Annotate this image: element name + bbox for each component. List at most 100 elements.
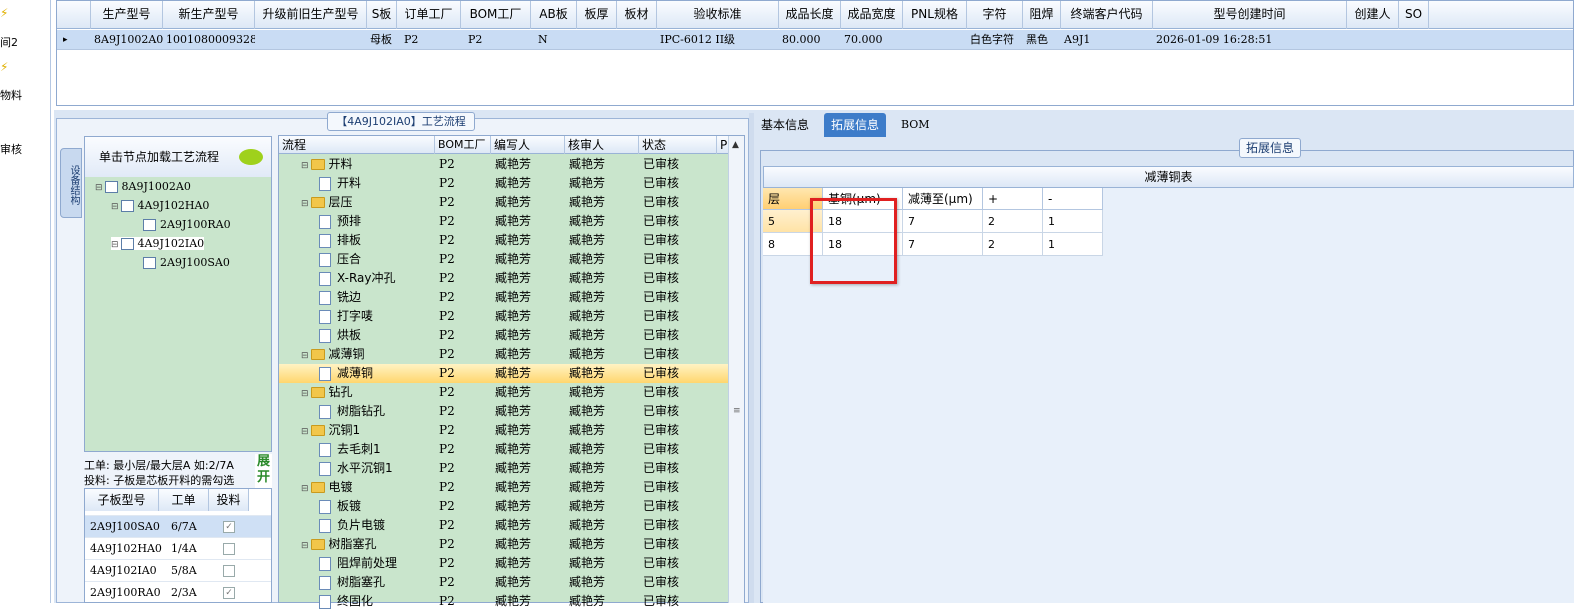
- flow-row[interactable]: ⊟ 减薄铜 P2 臧艳芳 臧艳芳 已审核: [279, 345, 729, 364]
- feed-checkbox[interactable]: [223, 543, 235, 555]
- col-header[interactable]: -: [1043, 188, 1103, 210]
- flow-row[interactable]: 去毛刺1 P2 臧艳芳 臧艳芳 已审核: [279, 440, 729, 459]
- cell-length[interactable]: 80.000: [779, 30, 841, 50]
- flow-row[interactable]: 排板 P2 臧艳芳 臧艳芳 已审核: [279, 231, 729, 250]
- col-header[interactable]: BOM工厂: [461, 1, 531, 29]
- cell-material[interactable]: [617, 30, 657, 50]
- collapse-icon[interactable]: ⊟: [111, 240, 119, 250]
- flow-row[interactable]: ⊟ 电镀 P2 臧艳芳 臧艳芳 已审核: [279, 478, 729, 497]
- flow-row[interactable]: ⊟ 树脂塞孔 P2 臧艳芳 臧艳芳 已审核: [279, 535, 729, 554]
- cell-pnl[interactable]: [903, 30, 967, 50]
- cell-old-model[interactable]: [255, 30, 367, 50]
- table-row-selected[interactable]: ▸ 8A9J1002A0 10010800093287 母板 P2 P2 N I…: [57, 30, 1573, 50]
- flow-row[interactable]: 负片电镀 P2 臧艳芳 臧艳芳 已审核: [279, 516, 729, 535]
- flow-row[interactable]: 阻焊前处理 P2 臧艳芳 臧艳芳 已审核: [279, 554, 729, 573]
- expand-button[interactable]: 展开: [255, 454, 272, 488]
- flow-row[interactable]: 水平沉铜1 P2 臧艳芳 臧艳芳 已审核: [279, 459, 729, 478]
- nav-item-1[interactable]: 间2: [0, 34, 18, 50]
- col-header[interactable]: 订单工厂: [397, 1, 461, 29]
- col-header[interactable]: SO: [1399, 1, 1429, 29]
- feed-checkbox[interactable]: ✓: [223, 587, 235, 599]
- cell-ab-board[interactable]: N: [535, 30, 577, 50]
- tree-node[interactable]: ⊟ 4A9J102HA0: [111, 199, 209, 212]
- col-header[interactable]: 新生产型号: [163, 1, 255, 29]
- tab-basic-info[interactable]: 基本信息: [754, 113, 816, 137]
- col-header[interactable]: 投料: [209, 489, 249, 511]
- cell-customer[interactable]: A9J1: [1061, 30, 1153, 50]
- cell-created-time[interactable]: 2026-01-09 16:28:51: [1153, 30, 1347, 50]
- flow-row[interactable]: ⊟ 开料 P2 臧艳芳 臧艳芳 已审核: [279, 155, 729, 174]
- flow-row-selected[interactable]: 减薄铜 P2 臧艳芳 臧艳芳 已审核: [279, 364, 729, 383]
- cell-new-model[interactable]: 10010800093287: [163, 30, 255, 50]
- col-header[interactable]: 工单: [159, 489, 209, 511]
- nav-item-2[interactable]: 物料: [0, 87, 22, 103]
- flow-row[interactable]: 树脂钻孔 P2 臧艳芳 臧艳芳 已审核: [279, 402, 729, 421]
- col-header[interactable]: 核审人: [565, 136, 639, 154]
- tree-node[interactable]: ⊟ 8A9J1002A0: [95, 180, 191, 193]
- cell-prod-model[interactable]: 8A9J1002A0: [91, 30, 163, 50]
- col-header[interactable]: 流程: [279, 136, 435, 154]
- col-header[interactable]: 生产型号: [91, 1, 163, 29]
- col-header[interactable]: PNL规格: [903, 1, 967, 29]
- col-header[interactable]: 板厚: [577, 1, 617, 29]
- col-header[interactable]: 终端客户代码: [1061, 1, 1153, 29]
- flow-row[interactable]: 铣边 P2 臧艳芳 臧艳芳 已审核: [279, 288, 729, 307]
- col-header[interactable]: S板: [367, 1, 397, 29]
- flow-row[interactable]: 终固化 P2 臧艳芳 臧艳芳 已审核: [279, 592, 729, 611]
- feed-checkbox[interactable]: [223, 565, 235, 577]
- flow-row[interactable]: ⊟ 钻孔 P2 臧艳芳 臧艳芳 已审核: [279, 383, 729, 402]
- cell-order-factory[interactable]: P2: [401, 30, 461, 50]
- flow-row[interactable]: ⊟ 层压 P2 臧艳芳 臧艳芳 已审核: [279, 193, 729, 212]
- table-row[interactable]: 2A9J100SA0 6/7A ✓: [85, 515, 271, 537]
- col-header[interactable]: 验收标准: [657, 1, 779, 29]
- nav-item-3[interactable]: 审核: [0, 141, 22, 157]
- flow-row[interactable]: 树脂塞孔 P2 臧艳芳 臧艳芳 已审核: [279, 573, 729, 592]
- flow-row[interactable]: 板镀 P2 臧艳芳 臧艳芳 已审核: [279, 497, 729, 516]
- col-header[interactable]: 板材: [617, 1, 657, 29]
- tab-bom[interactable]: BOM: [894, 113, 937, 137]
- flow-row[interactable]: 烘板 P2 臧艳芳 臧艳芳 已审核: [279, 326, 729, 345]
- col-header[interactable]: 子板型号: [85, 489, 159, 511]
- flow-row[interactable]: 开料 P2 臧艳芳 臧艳芳 已审核: [279, 174, 729, 193]
- scroll-grip-icon[interactable]: ≡: [733, 406, 741, 416]
- vertical-scrollbar[interactable]: ▲ ≡: [728, 136, 744, 603]
- flow-row[interactable]: ⊟ 沉铜1 P2 臧艳芳 臧艳芳 已审核: [279, 421, 729, 440]
- col-header[interactable]: 成品长度: [779, 1, 841, 29]
- flow-row[interactable]: X-Ray冲孔 P2 臧艳芳 臧艳芳 已审核: [279, 269, 729, 288]
- col-header[interactable]: 字符: [967, 1, 1023, 29]
- flow-row[interactable]: 压合 P2 臧艳芳 臧艳芳 已审核: [279, 250, 729, 269]
- cell-so[interactable]: [1399, 30, 1429, 50]
- col-header[interactable]: 编写人: [491, 136, 565, 154]
- col-header[interactable]: 减薄至(μm): [903, 188, 983, 210]
- tree-node[interactable]: 2A9J100SA0: [143, 256, 230, 269]
- col-header[interactable]: 阻焊: [1023, 1, 1061, 29]
- cell-width[interactable]: 70.000: [841, 30, 903, 50]
- flow-row[interactable]: 打字唛 P2 臧艳芳 臧艳芳 已审核: [279, 307, 729, 326]
- col-header[interactable]: 成品宽度: [841, 1, 903, 29]
- col-header[interactable]: 型号创建时间: [1153, 1, 1347, 29]
- cell-thickness[interactable]: [577, 30, 617, 50]
- feed-checkbox[interactable]: ✓: [223, 521, 235, 533]
- table-row[interactable]: 2A9J100RA0 2/3A ✓: [85, 581, 271, 603]
- col-header[interactable]: +: [983, 188, 1043, 210]
- cell-solder[interactable]: 黑色: [1023, 30, 1061, 50]
- tree-node[interactable]: 2A9J100RA0: [143, 218, 231, 231]
- col-header[interactable]: 升级前旧生产型号: [255, 1, 367, 29]
- tab-device-structure[interactable]: 设备结构: [60, 148, 82, 218]
- tree-node-selected[interactable]: ⊟ 4A9J102IA0: [111, 237, 205, 250]
- tab-extended-info[interactable]: 拓展信息: [824, 113, 887, 137]
- scroll-up-icon[interactable]: ▲: [732, 140, 739, 150]
- collapse-icon[interactable]: ⊟: [95, 183, 103, 193]
- col-header[interactable]: 状态: [639, 136, 717, 154]
- flow-row[interactable]: 预排 P2 臧艳芳 臧艳芳 已审核: [279, 212, 729, 231]
- table-row[interactable]: 4A9J102IA0 5/8A: [85, 559, 271, 581]
- col-header[interactable]: AB板: [531, 1, 577, 29]
- cell-bom-factory[interactable]: P2: [465, 30, 531, 50]
- col-header[interactable]: BOM工厂: [435, 136, 491, 154]
- cell-creator[interactable]: [1347, 30, 1399, 50]
- cell-s-board[interactable]: 母板: [367, 30, 397, 50]
- col-header[interactable]: 创建人: [1347, 1, 1399, 29]
- cell-char[interactable]: 白色字符: [967, 30, 1023, 50]
- collapse-icon[interactable]: ⊟: [111, 202, 119, 212]
- table-row[interactable]: 4A9J102HA0 1/4A: [85, 537, 271, 559]
